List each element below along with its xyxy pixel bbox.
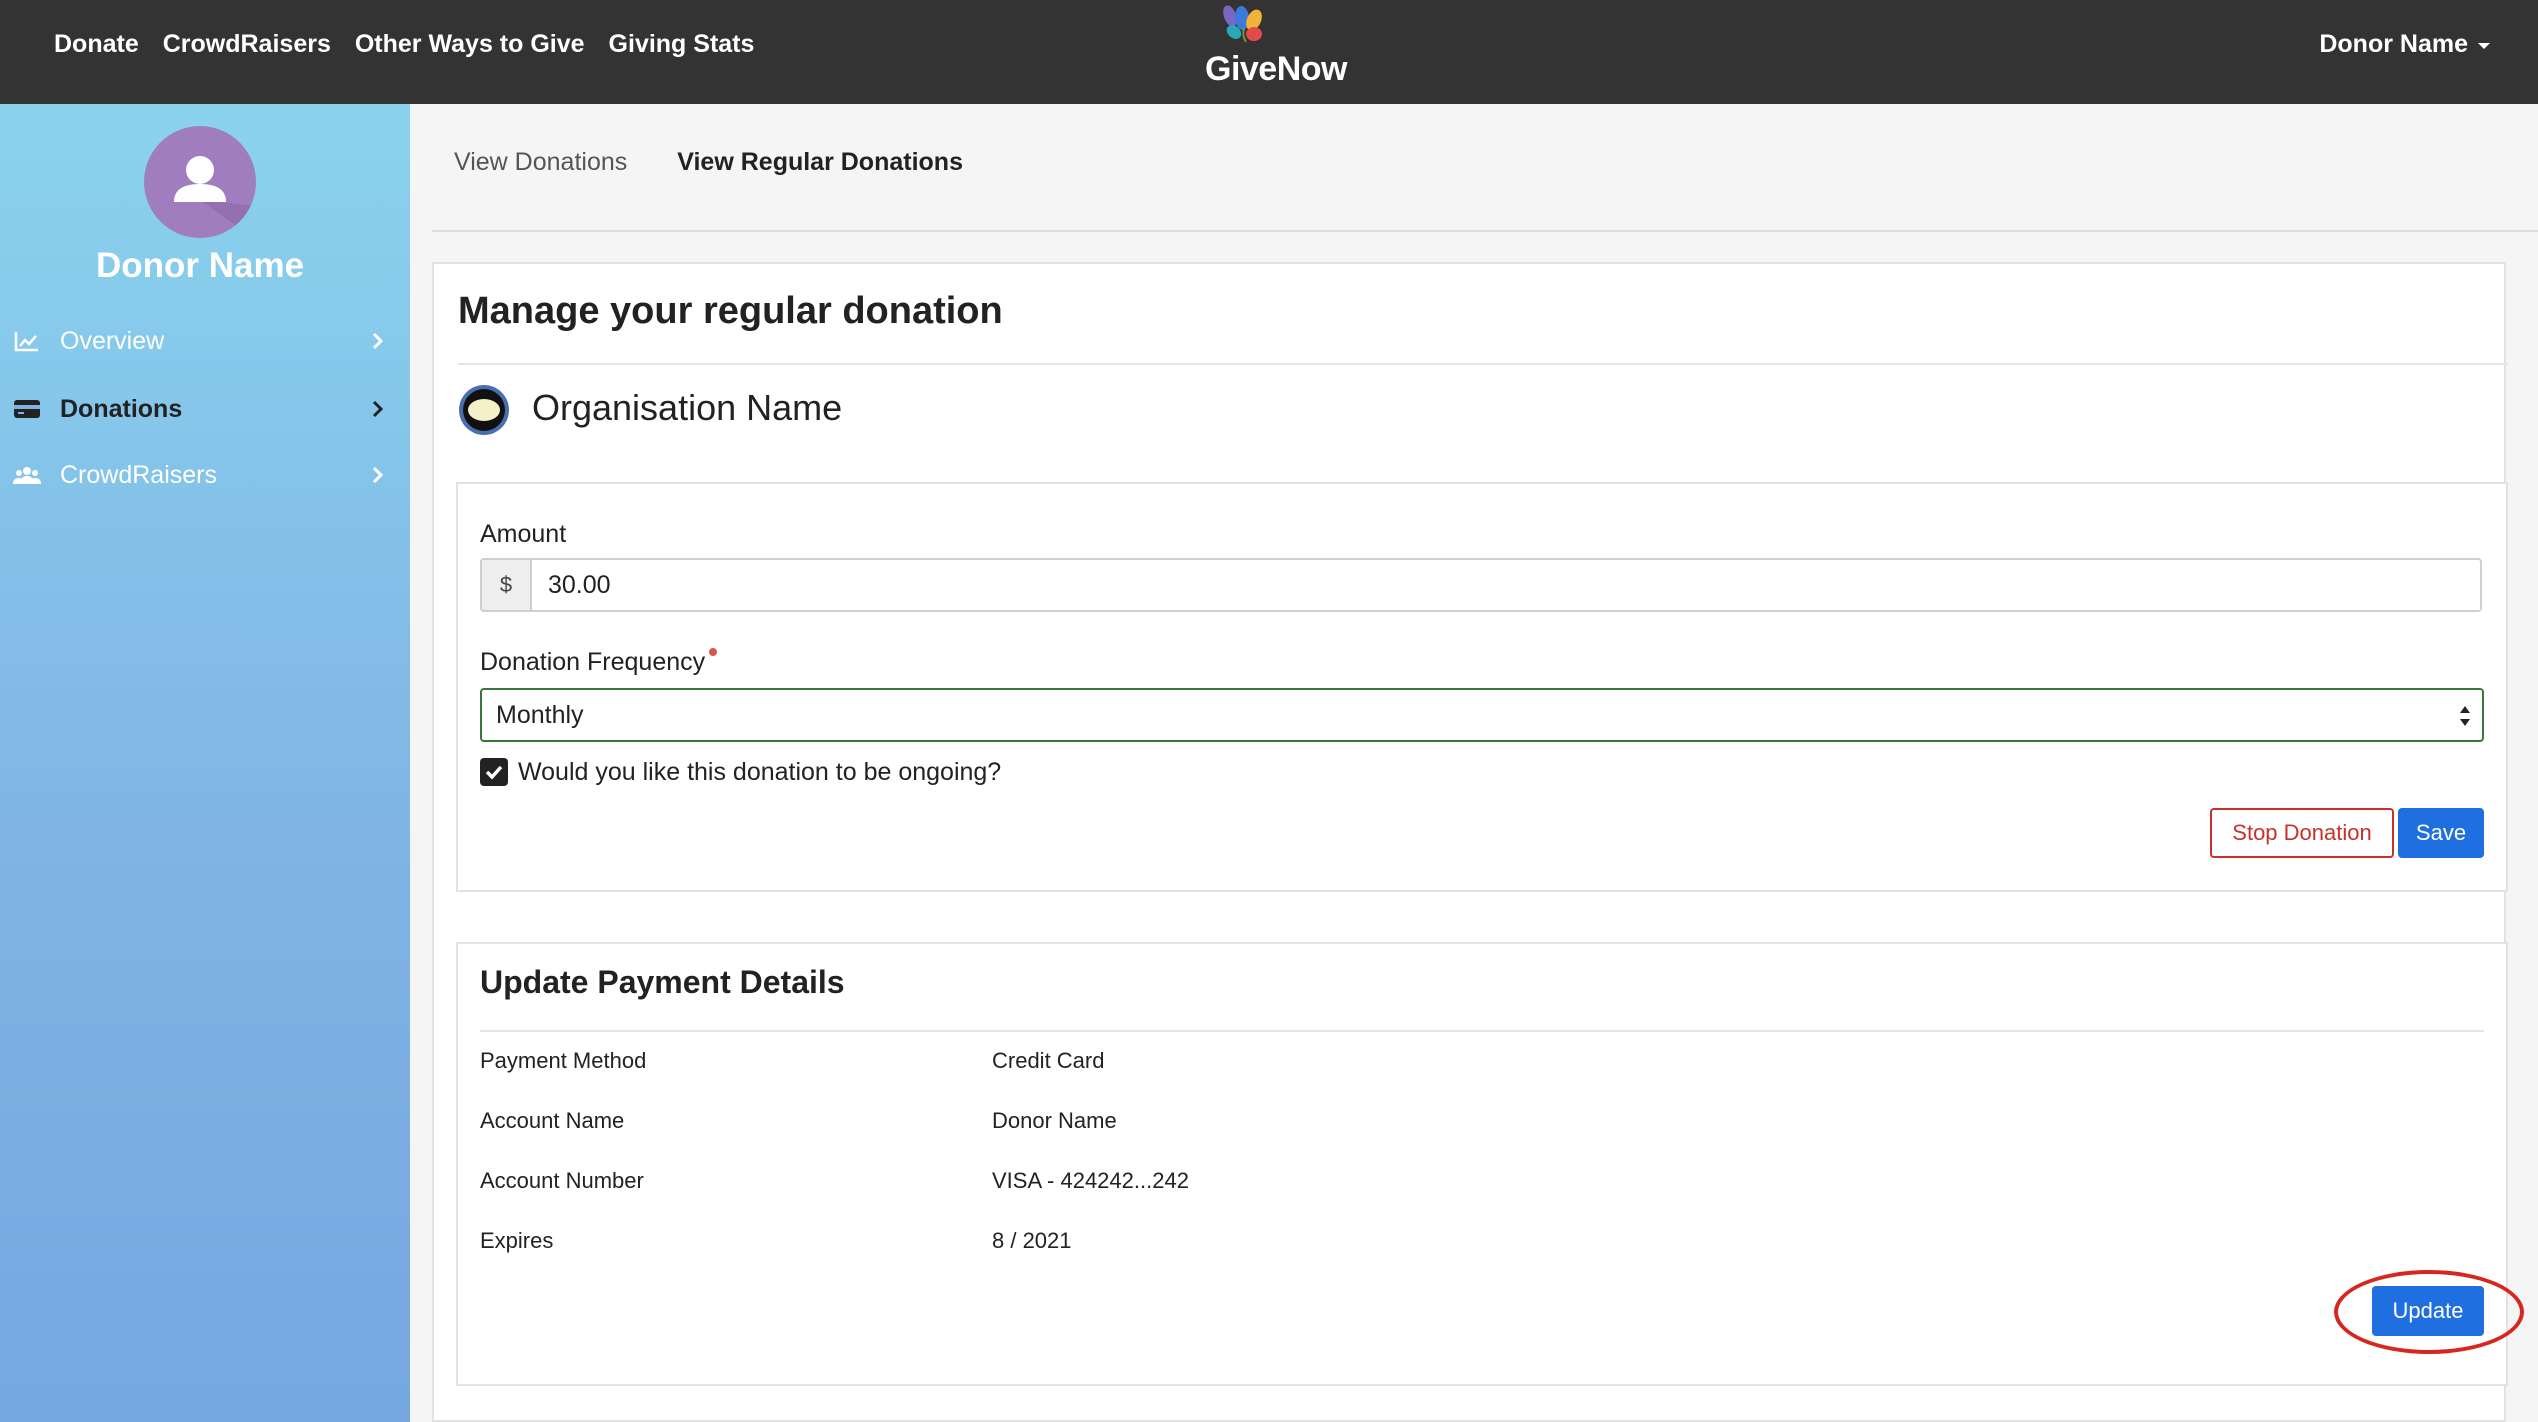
sidebar: Donor Name Overview Donations CrowdRaise… <box>0 104 410 1422</box>
sidebar-profile-name: Donor Name <box>95 246 305 285</box>
frequency-label: Donation Frequency <box>480 648 706 676</box>
sidebar-item-overview[interactable]: Overview <box>0 316 400 366</box>
expires-label: Expires <box>480 1228 554 1253</box>
ongoing-checkbox[interactable] <box>480 758 508 786</box>
amount-input[interactable] <box>532 560 2480 610</box>
avatar <box>144 126 256 238</box>
tab-view-regular-donations[interactable]: View Regular Donations <box>677 148 963 177</box>
account-name-value: Donor Name <box>992 1108 1117 1133</box>
tabs-divider <box>432 230 2538 232</box>
stop-donation-button[interactable]: Stop Donation <box>2210 808 2394 858</box>
ongoing-checkbox-label[interactable]: Would you like this donation to be ongoi… <box>518 758 1001 787</box>
chevron-right-icon <box>372 466 384 484</box>
frequency-select[interactable]: Monthly <box>480 688 2484 742</box>
select-arrows-icon <box>2460 706 2470 726</box>
users-icon <box>13 467 41 484</box>
chevron-right-icon <box>372 332 384 350</box>
caret-down-icon <box>2478 42 2490 49</box>
credit-card-icon <box>14 400 40 418</box>
top-nav: Donate CrowdRaisers Other Ways to Give G… <box>54 0 754 88</box>
payment-method-label: Payment Method <box>480 1048 647 1073</box>
top-navbar: Donate CrowdRaisers Other Ways to Give G… <box>0 0 2538 104</box>
donation-tabs: View Donations View Regular Donations <box>454 148 963 177</box>
user-menu-dropdown[interactable]: Donor Name <box>2319 0 2490 88</box>
sidebar-item-label: CrowdRaisers <box>60 460 217 489</box>
user-menu-label: Donor Name <box>2319 29 2468 58</box>
tab-view-donations[interactable]: View Donations <box>454 148 627 177</box>
sidebar-item-label: Overview <box>60 326 165 355</box>
payment-method-value: Credit Card <box>992 1048 1105 1073</box>
payment-details-card <box>456 942 2508 1386</box>
donation-form-card <box>456 482 2508 892</box>
nav-giving-stats-link[interactable]: Giving Stats <box>609 30 755 59</box>
nav-crowdraisers-link[interactable]: CrowdRaisers <box>163 30 331 59</box>
account-number-label: Account Number <box>480 1168 644 1193</box>
payment-card-title: Update Payment Details <box>480 964 845 1000</box>
line-chart-icon <box>14 332 38 352</box>
currency-addon: $ <box>482 560 532 610</box>
expires-value: 8 / 2021 <box>992 1228 1072 1253</box>
sidebar-item-label: Donations <box>60 394 183 423</box>
organisation-name: Organisation Name <box>532 387 843 428</box>
amount-label: Amount <box>480 520 567 548</box>
sidebar-item-donations[interactable]: Donations <box>0 384 400 434</box>
save-button[interactable]: Save <box>2398 808 2484 858</box>
nav-other-ways-link[interactable]: Other Ways to Give <box>355 30 585 59</box>
brand-name[interactable]: GiveNow <box>1205 50 1347 89</box>
sidebar-item-crowdraisers[interactable]: CrowdRaisers <box>0 450 400 500</box>
required-indicator <box>709 648 717 656</box>
page-title: Manage your regular donation <box>458 290 1003 332</box>
account-name-label: Account Name <box>480 1108 625 1133</box>
update-payment-button[interactable]: Update <box>2372 1286 2484 1336</box>
divider <box>458 363 2508 365</box>
user-silhouette-icon <box>174 156 256 238</box>
nav-donate-link[interactable]: Donate <box>54 30 139 59</box>
organisation-logo-icon <box>459 385 509 435</box>
divider <box>480 1030 2484 1032</box>
chevron-right-icon <box>372 400 384 418</box>
amount-input-group: $ <box>480 558 2482 612</box>
checkmark-icon <box>485 765 503 780</box>
frequency-selected-value: Monthly <box>496 700 584 729</box>
account-number-value: VISA - 424242...242 <box>992 1168 1189 1193</box>
